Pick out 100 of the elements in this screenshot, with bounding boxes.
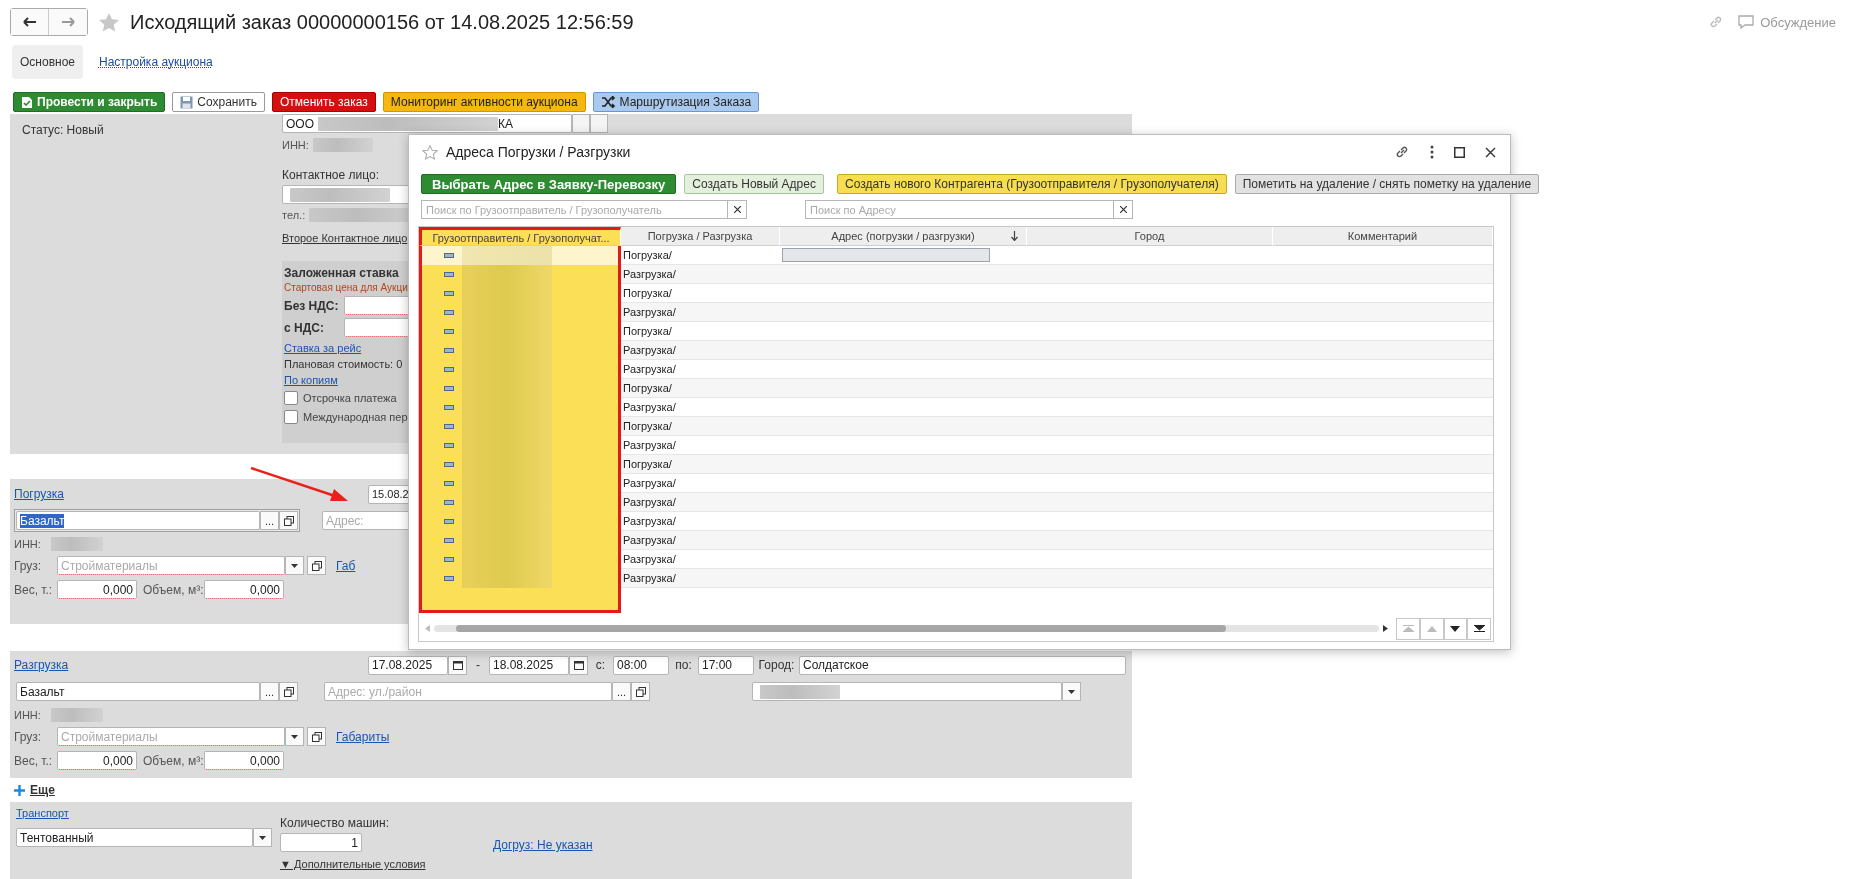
open-button[interactable] [307, 727, 326, 746]
weight-field[interactable]: 0,000 [57, 751, 137, 770]
date-field[interactable]: 18.08.2025 [489, 655, 569, 675]
tab[interactable]: Основное [12, 45, 83, 79]
dimensions-link[interactable]: Габ [336, 558, 356, 573]
table-cell[interactable] [419, 246, 621, 265]
date-field[interactable]: 17.08.2025 [368, 655, 448, 675]
volume-label: Объем, м³: [143, 582, 204, 597]
star-icon[interactable] [98, 11, 120, 33]
copy-icon [311, 560, 322, 571]
caret-icon [291, 734, 298, 739]
dialog-button[interactable]: Выбрать Адрес в Заявку-Перевозку [421, 174, 677, 194]
calendar-button[interactable] [569, 655, 588, 675]
open-button[interactable] [279, 682, 298, 701]
unloading-link[interactable]: Разгрузка [14, 658, 368, 672]
copies-link[interactable]: По копиям [284, 374, 338, 386]
field-text: ООО [286, 116, 314, 131]
consignee-field[interactable]: Базальт [16, 682, 260, 701]
last-page-button[interactable] [1467, 617, 1491, 640]
cargo-label: Груз: [14, 558, 43, 573]
command-button[interactable]: Мониторинг активности аукциона [382, 92, 586, 112]
field-label: Без НДС: [284, 298, 340, 313]
checkbox[interactable] [284, 410, 298, 424]
volume-field[interactable]: 0,000 [204, 580, 284, 599]
field-text: КА [498, 116, 513, 131]
table-cell: Погрузка/ [621, 417, 780, 436]
column-header[interactable]: Грузоотправитель / Грузополучат... [419, 227, 621, 246]
dimensions-link[interactable]: Габариты [336, 729, 390, 744]
volume-field[interactable]: 0,000 [204, 751, 284, 770]
table-cell: Погрузка/ [621, 246, 780, 265]
item-icon [444, 310, 454, 315]
table-cell: Погрузка/ [621, 455, 780, 474]
select-button[interactable]: ... [260, 682, 279, 701]
link-icon[interactable] [1394, 144, 1410, 160]
counterparty-field[interactable]: ООО КА [282, 114, 572, 133]
extra-load-link[interactable]: Догруз: Не указан [493, 838, 593, 852]
table-cell: Разгрузка/ [621, 569, 780, 588]
first-icon [1402, 625, 1414, 632]
tab[interactable]: Настройка аукциона [93, 45, 219, 79]
command-button[interactable]: Маршрутизация Заказа [592, 92, 760, 112]
table-cell: Разгрузка/ [621, 493, 780, 512]
command-button[interactable]: Отменить заказ [271, 92, 376, 112]
second-contact-link[interactable]: Второе Контактное лицо [282, 232, 408, 244]
loading-link[interactable]: Погрузка [14, 487, 368, 501]
weight-field[interactable]: 0,000 [57, 580, 137, 599]
dropdown-button[interactable] [285, 556, 304, 575]
city-field[interactable]: Солдатское [799, 655, 1126, 675]
open-button[interactable] [631, 682, 650, 701]
per-trip-link[interactable]: Ставка за рейс [284, 342, 362, 354]
command-button[interactable]: Провести и закрыть [13, 92, 166, 112]
open-button[interactable] [307, 556, 326, 575]
blurred-text [51, 708, 103, 722]
planned-cost-text: Плановая стоимость: 0 [284, 358, 403, 370]
table-cell[interactable] [419, 265, 621, 284]
additional-conditions-link[interactable]: ▼ Дополнительные условия [280, 858, 426, 870]
calendar-icon [573, 660, 584, 670]
checkbox-option[interactable]: Отсрочка платежа [284, 391, 610, 405]
item-icon [444, 462, 454, 467]
dropdown-button[interactable] [253, 828, 272, 847]
close-icon [733, 206, 741, 213]
scroll-left-icon[interactable] [425, 625, 430, 632]
scroll-right-icon[interactable] [1383, 625, 1389, 632]
dialog-button[interactable]: Пометить на удаление / снять пометку на удаление [1234, 174, 1540, 194]
star-icon[interactable] [422, 144, 438, 160]
calendar-button[interactable] [448, 655, 467, 675]
transport-link[interactable]: Транспорт [16, 807, 69, 819]
dropdown-button[interactable] [285, 727, 304, 746]
horizontal-scrollbar[interactable] [433, 625, 1380, 632]
command-button[interactable]: Сохранить [172, 92, 265, 112]
select-button[interactable] [572, 114, 590, 133]
select-button[interactable]: ... [260, 511, 279, 530]
first-page-button[interactable] [1396, 617, 1420, 640]
table-cell: Погрузка/ [621, 379, 780, 398]
item-icon [444, 576, 454, 581]
dialog-button[interactable]: Создать Новый Адрес [684, 174, 824, 194]
arrow-left-icon [22, 17, 37, 27]
more-link[interactable]: Еще [30, 783, 55, 797]
checkbox-option[interactable]: Международная пер [284, 410, 610, 424]
dropdown-button[interactable] [1062, 682, 1081, 701]
vehicle-count-field[interactable]: 1 [280, 833, 362, 852]
select-button[interactable]: ... [612, 682, 631, 701]
cargo-label: Груз: [14, 729, 43, 744]
plus-icon[interactable] [14, 784, 25, 796]
item-icon [444, 443, 454, 448]
blurred-text [312, 138, 373, 152]
transport-type-combobox[interactable]: Тентованный [16, 828, 253, 847]
open-button[interactable] [279, 511, 298, 530]
dialog-button[interactable]: Создать нового Контрагента (Грузоотправителя / Грузополучателя) [836, 174, 1227, 194]
shuffle-icon [600, 96, 616, 108]
field-text: Базальт [20, 684, 65, 699]
next-button[interactable] [1443, 617, 1468, 640]
back-button[interactable] [11, 9, 49, 35]
time-field[interactable]: 17:00 [698, 655, 754, 675]
close-icon[interactable] [1485, 146, 1496, 158]
more-icon[interactable] [1430, 145, 1434, 159]
time-field[interactable]: 08:00 [613, 655, 669, 675]
item-icon [444, 386, 454, 391]
maximize-icon[interactable] [1454, 146, 1465, 158]
checkbox[interactable] [284, 391, 298, 405]
shipper-field[interactable]: Базальт [16, 511, 260, 530]
